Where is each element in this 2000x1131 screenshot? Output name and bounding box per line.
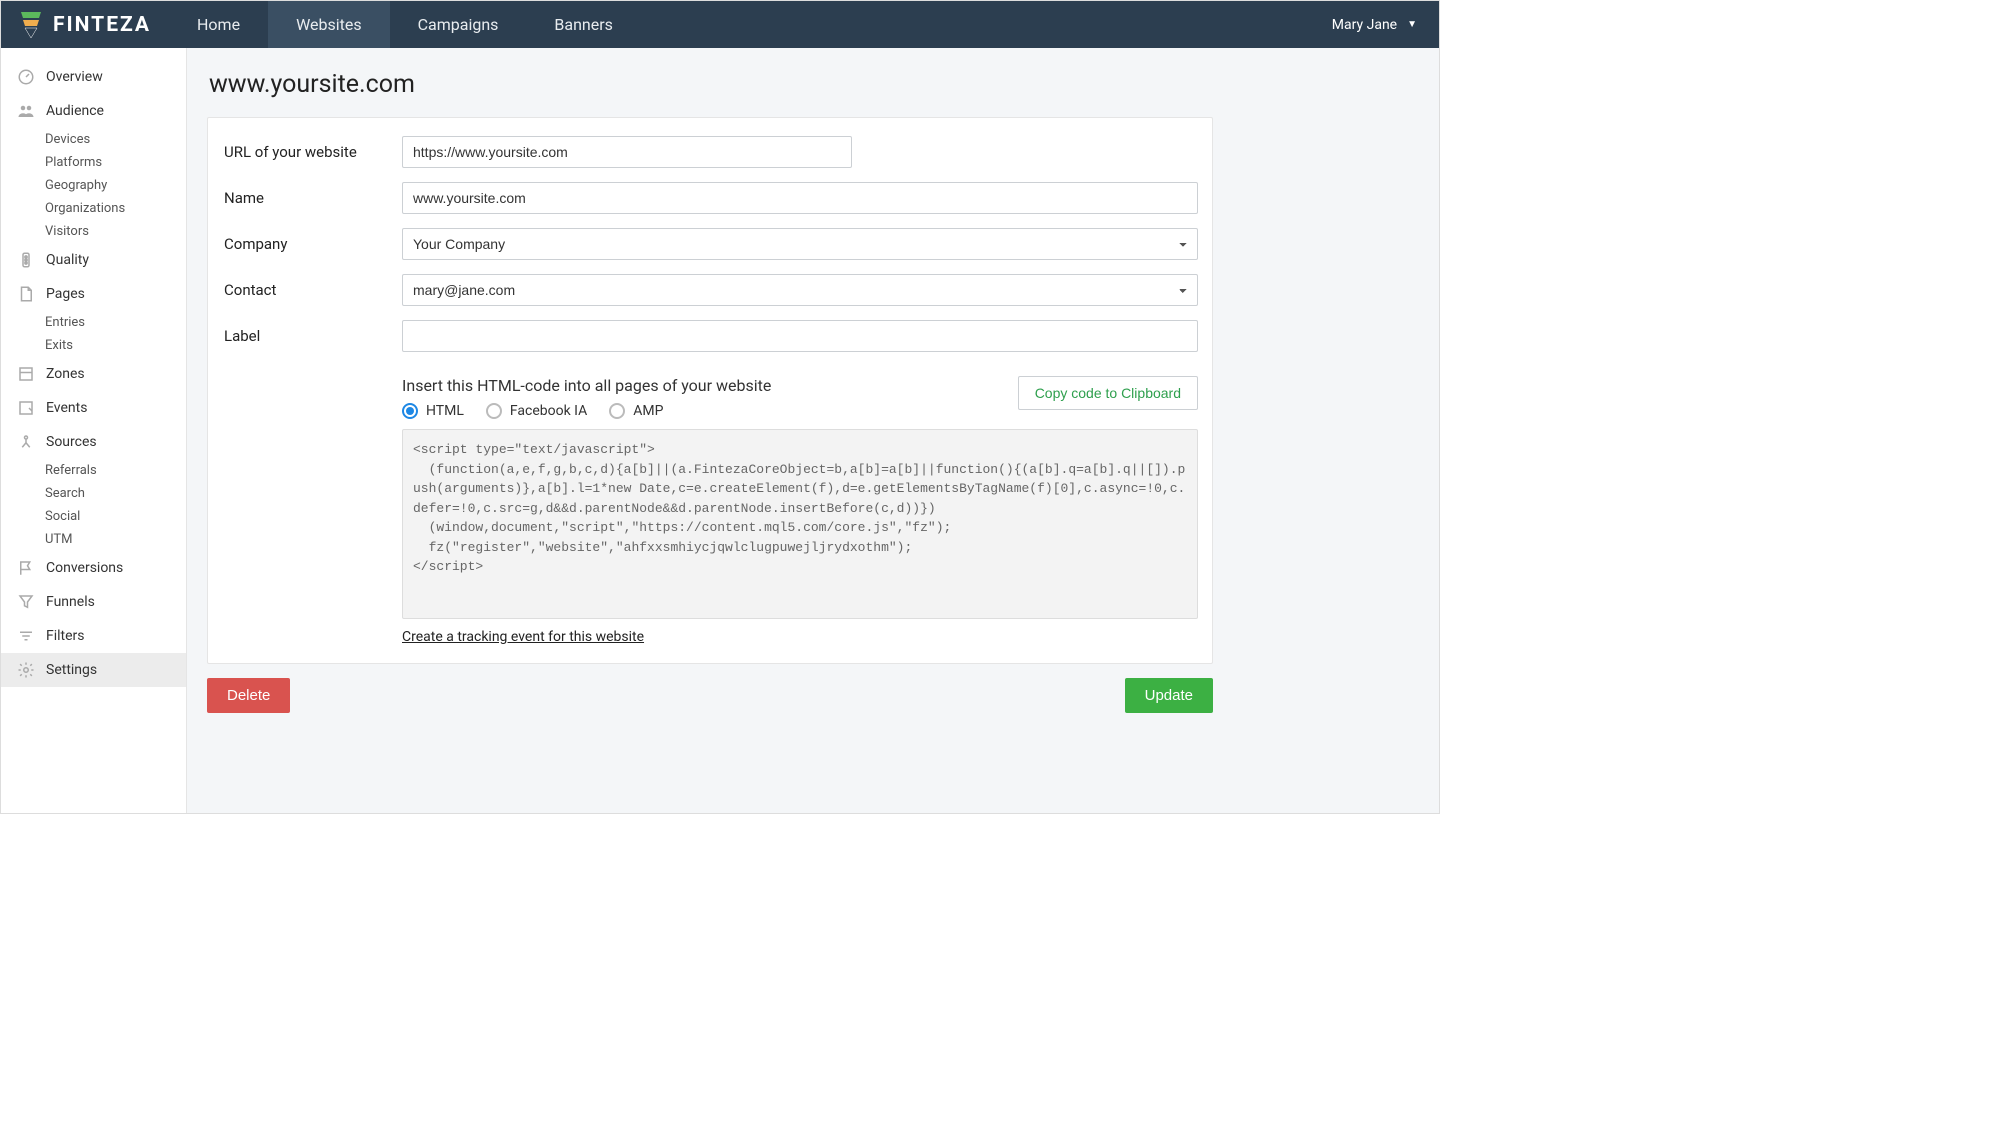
gauge-icon (16, 67, 36, 87)
sidebar-item-label: Events (46, 400, 87, 416)
sidebar-sub-social[interactable]: Social (1, 505, 186, 528)
sidebar-item-label: Zones (46, 366, 85, 382)
radio-dot-icon (486, 403, 502, 419)
sidebar-item-label: Overview (46, 69, 103, 85)
sidebar-item-conversions[interactable]: Conversions (1, 551, 186, 585)
source-icon (16, 432, 36, 452)
sidebar-sub-search[interactable]: Search (1, 482, 186, 505)
sidebar-item-label: Filters (46, 628, 85, 644)
logo-icon (19, 10, 53, 40)
sidebar-sub-exits[interactable]: Exits (1, 334, 186, 357)
code-instruction: Insert this HTML-code into all pages of … (402, 376, 771, 395)
settings-card: URL of your website Name Company Your Co… (207, 117, 1213, 664)
sidebar-sub-utm[interactable]: UTM (1, 528, 186, 551)
sidebar-sub-geography[interactable]: Geography (1, 174, 186, 197)
sidebar-item-label: Pages (46, 286, 85, 302)
brand-text: FINTEZA (53, 13, 151, 37)
nav-home[interactable]: Home (169, 1, 268, 48)
gear-icon (16, 660, 36, 680)
funnel-icon (16, 592, 36, 612)
sidebar-item-zones[interactable]: Zones (1, 357, 186, 391)
radio-html[interactable]: HTML (402, 403, 464, 419)
sidebar-item-overview[interactable]: Overview (1, 60, 186, 94)
filter-icon (16, 626, 36, 646)
user-name: Mary Jane (1332, 17, 1397, 33)
company-label: Company (222, 235, 402, 253)
url-label: URL of your website (222, 143, 402, 161)
sidebar-item-label: Audience (46, 103, 104, 119)
contact-label: Contact (222, 281, 402, 299)
sidebar-sub-devices[interactable]: Devices (1, 128, 186, 151)
nav-banners[interactable]: Banners (526, 1, 641, 48)
contact-select[interactable]: mary@jane.com (402, 274, 1198, 306)
update-button[interactable]: Update (1125, 678, 1213, 713)
name-input[interactable] (402, 182, 1198, 214)
sidebar-item-label: Funnels (46, 594, 95, 610)
sidebar-item-audience[interactable]: Audience (1, 94, 186, 128)
chevron-down-icon: ▼ (1407, 19, 1417, 30)
create-tracking-link[interactable]: Create a tracking event for this website (402, 629, 644, 645)
sidebar-item-funnels[interactable]: Funnels (1, 585, 186, 619)
nav-websites[interactable]: Websites (268, 1, 390, 48)
user-menu[interactable]: Mary Jane ▼ (1310, 17, 1439, 33)
zone-icon (16, 364, 36, 384)
sidebar-item-filters[interactable]: Filters (1, 619, 186, 653)
sidebar-sub-referrals[interactable]: Referrals (1, 459, 186, 482)
code-snippet-box[interactable]: <script type="text/javascript"> (functio… (402, 429, 1198, 619)
radio-dot-icon (402, 403, 418, 419)
people-icon (16, 101, 36, 121)
sidebar-sub-visitors[interactable]: Visitors (1, 220, 186, 243)
radio-dot-icon (609, 403, 625, 419)
sidebar-item-label: Conversions (46, 560, 123, 576)
label-input[interactable] (402, 320, 1198, 352)
radio-facebook[interactable]: Facebook IA (486, 403, 587, 419)
sidebar: Overview Audience DevicesPlatformsGeograph… (1, 48, 187, 813)
main-content: www.yoursite.com URL of your website Nam… (187, 48, 1439, 813)
sidebar-item-pages[interactable]: Pages (1, 277, 186, 311)
sidebar-sub-entries[interactable]: Entries (1, 311, 186, 334)
sidebar-item-label: Settings (46, 662, 97, 678)
sidebar-item-settings[interactable]: Settings (1, 653, 186, 687)
delete-button[interactable]: Delete (207, 678, 290, 713)
main-nav: Home Websites Campaigns Banners (169, 1, 641, 48)
page-icon (16, 284, 36, 304)
sidebar-item-sources[interactable]: Sources (1, 425, 186, 459)
nav-campaigns[interactable]: Campaigns (390, 1, 527, 48)
name-label: Name (222, 189, 402, 207)
sidebar-item-label: Sources (46, 434, 97, 450)
url-input[interactable] (402, 136, 852, 168)
flag-icon (16, 558, 36, 578)
label-label: Label (222, 327, 402, 345)
traffic-icon (16, 250, 36, 270)
sidebar-sub-platforms[interactable]: Platforms (1, 151, 186, 174)
radio-amp[interactable]: AMP (609, 403, 663, 419)
brand-logo[interactable]: FINTEZA (1, 10, 169, 40)
code-format-radios: HTML Facebook IA AMP (402, 403, 771, 419)
sidebar-item-quality[interactable]: Quality (1, 243, 186, 277)
page-title: www.yoursite.com (209, 70, 1439, 99)
company-select[interactable]: Your Company (402, 228, 1198, 260)
event-icon (16, 398, 36, 418)
sidebar-item-events[interactable]: Events (1, 391, 186, 425)
copy-code-button[interactable]: Copy code to Clipboard (1018, 376, 1198, 410)
top-header: FINTEZA Home Websites Campaigns Banners … (1, 1, 1439, 48)
sidebar-item-label: Quality (46, 252, 89, 268)
sidebar-sub-organizations[interactable]: Organizations (1, 197, 186, 220)
